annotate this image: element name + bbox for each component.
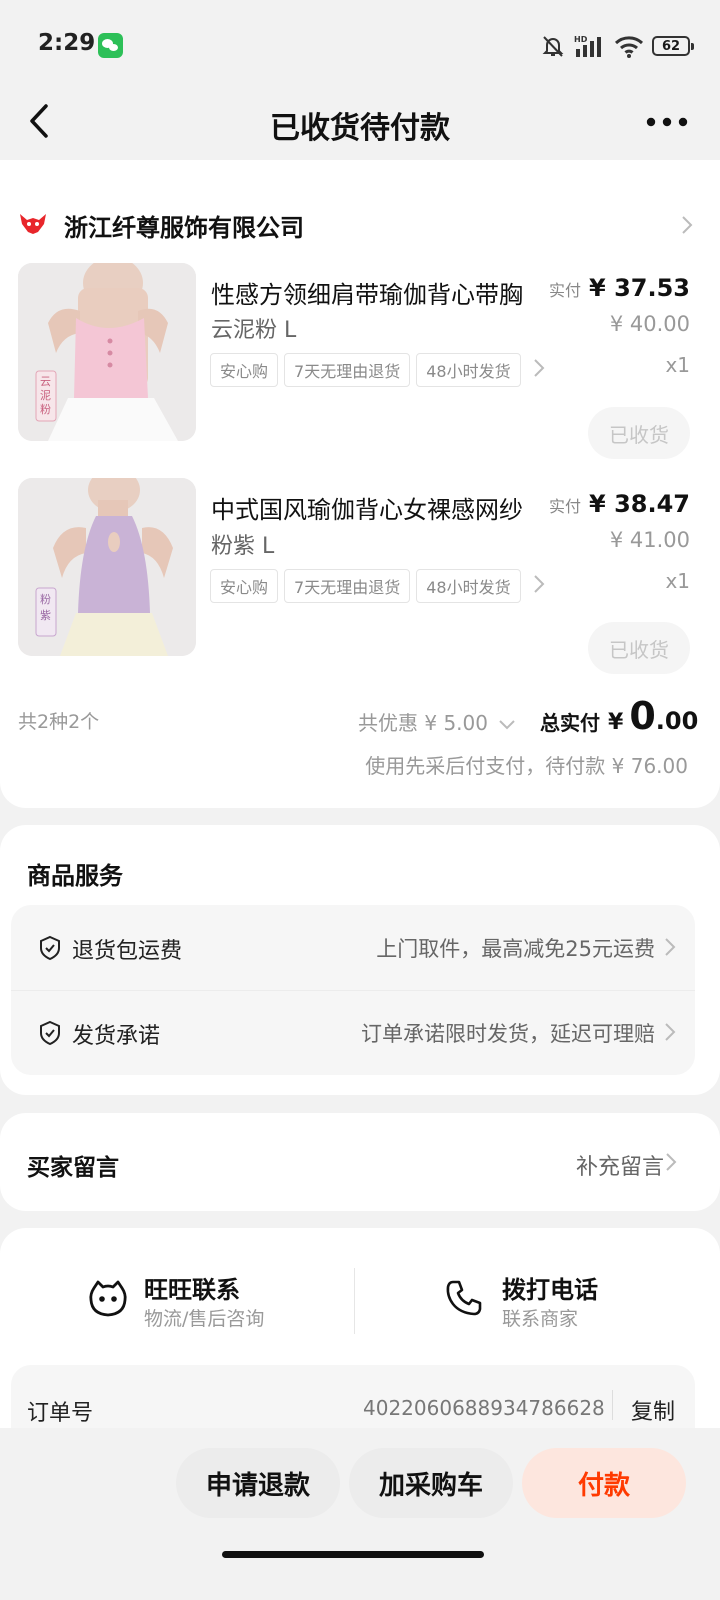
discount-text: 共优惠 ¥ 5.00	[358, 711, 488, 735]
tag: 安心购	[210, 569, 279, 603]
wangwang-icon	[89, 1280, 127, 1317]
chevron-right-icon	[665, 938, 676, 956]
contact-subtitle: 物流/售后咨询	[144, 1308, 265, 1330]
chevron-right-icon	[666, 1153, 677, 1171]
received-status-button[interactable]: 已收货	[588, 407, 690, 459]
service-desc: 上门取件，最高减免25元运费	[376, 937, 655, 961]
product-image[interactable]: 云泥粉	[18, 263, 196, 441]
product-variant: 云泥粉 L	[211, 318, 297, 343]
tags-chevron-right-icon[interactable]	[532, 572, 546, 596]
product-tags: 安心购 7天无理由退货 48小时发货	[210, 353, 545, 387]
svg-text:HD: HD	[574, 35, 588, 44]
add-message-link[interactable]: 补充留言	[576, 1149, 664, 1181]
phone-icon	[446, 1280, 482, 1316]
more-icon	[646, 117, 688, 127]
chevron-right-icon	[665, 1023, 676, 1041]
contact-subtitle: 联系商家	[502, 1308, 579, 1330]
chevron-down-icon	[499, 719, 516, 729]
tag: 7天无理由退货	[284, 353, 411, 387]
home-indicator[interactable]	[222, 1551, 484, 1558]
wangwang-contact-button[interactable]: 旺旺联系 物流/售后咨询	[88, 1270, 308, 1330]
shop-chevron-right-icon[interactable]	[680, 213, 694, 237]
tag: 48小时发货	[416, 569, 521, 603]
contact-title: 拨打电话	[502, 1276, 598, 1304]
shield-check-icon	[40, 1020, 60, 1046]
item-count: 共2种2个	[18, 711, 100, 733]
discount-toggle[interactable]: 共优惠 ¥ 5.00	[358, 707, 516, 736]
wechat-notification-icon	[98, 33, 123, 58]
total-currency: ¥	[608, 710, 624, 735]
product-image[interactable]: 粉紫	[18, 478, 196, 656]
mute-icon	[542, 36, 564, 57]
pay-label: 实付	[549, 281, 582, 300]
product-price: ¥ 38.47	[589, 490, 690, 518]
system-icons: HD 62	[540, 32, 694, 60]
original-price: ¥ 41.00	[609, 528, 690, 552]
copy-order-number-button[interactable]: 复制	[631, 1394, 675, 1426]
product-title[interactable]: 性感方领细肩带瑜伽背心带胸	[211, 275, 551, 310]
total-integer: 0	[629, 694, 656, 738]
buyer-message-label: 买家留言	[27, 1155, 119, 1181]
more-button[interactable]	[642, 110, 692, 134]
signal-icon: HD	[574, 35, 601, 57]
image-caption: 粉紫	[40, 593, 51, 622]
product-price-row: 实付 ¥ 38.47	[549, 490, 690, 518]
status-bar: 2:29 HD 62	[0, 0, 720, 90]
call-merchant-button[interactable]: 拨打电话 联系商家	[444, 1270, 644, 1330]
total-amount: ¥0.00	[608, 694, 698, 738]
page-title: 已收货待付款	[270, 111, 450, 146]
shop-name[interactable]: 浙江纤尊服饰有限公司	[64, 208, 304, 243]
shop-logo-icon	[18, 210, 48, 240]
contact-title: 旺旺联系	[144, 1276, 240, 1304]
product-quantity: x1	[665, 569, 690, 593]
product-variant: 粉紫 L	[211, 534, 275, 559]
payment-note: 使用先采后付支付，待付款 ¥ 76.00	[365, 754, 688, 778]
divider	[354, 1268, 355, 1334]
tag: 安心购	[210, 353, 279, 387]
status-time: 2:29	[38, 30, 96, 56]
product-title[interactable]: 中式国风瑜伽背心女裸感网纱	[211, 490, 551, 525]
shield-check-icon	[40, 935, 60, 961]
service-row-return-shipping[interactable]: 退货包运费 上门取件，最高减免25元运费	[11, 905, 695, 990]
service-row-delivery-promise[interactable]: 发货承诺 订单承诺限时发货，延迟可理赔	[11, 991, 695, 1075]
product-price-row: 实付 ¥ 37.53	[549, 274, 690, 302]
pay-label: 实付	[549, 497, 582, 516]
add-to-cart-button[interactable]: 加采购车	[349, 1448, 513, 1518]
services-title: 商品服务	[27, 862, 123, 890]
product-quantity: x1	[665, 353, 690, 377]
order-number: 4022060688934786628	[363, 1396, 605, 1420]
request-refund-button[interactable]: 申请退款	[176, 1448, 340, 1518]
service-name: 发货承诺	[72, 1024, 161, 1049]
product-price: ¥ 37.53	[589, 274, 690, 302]
service-name: 退货包运费	[72, 939, 183, 964]
product-tags: 安心购 7天无理由退货 48小时发货	[210, 569, 545, 603]
original-price: ¥ 40.00	[609, 312, 690, 336]
pay-button[interactable]: 付款	[522, 1448, 686, 1518]
received-status-button[interactable]: 已收货	[588, 622, 690, 674]
total-label: 总实付	[540, 711, 600, 735]
tag: 48小时发货	[416, 353, 521, 387]
service-desc: 订单承诺限时发货，延迟可理赔	[361, 1022, 655, 1046]
battery-icon: 62	[652, 36, 694, 56]
battery-level: 62	[661, 38, 681, 54]
divider	[612, 1390, 613, 1420]
image-caption: 云泥粉	[40, 375, 51, 416]
tags-chevron-right-icon[interactable]	[532, 356, 546, 380]
tag: 7天无理由退货	[284, 569, 411, 603]
wifi-icon	[614, 36, 644, 58]
order-number-label: 订单号	[27, 1401, 94, 1426]
total-decimal: .00	[655, 707, 699, 735]
